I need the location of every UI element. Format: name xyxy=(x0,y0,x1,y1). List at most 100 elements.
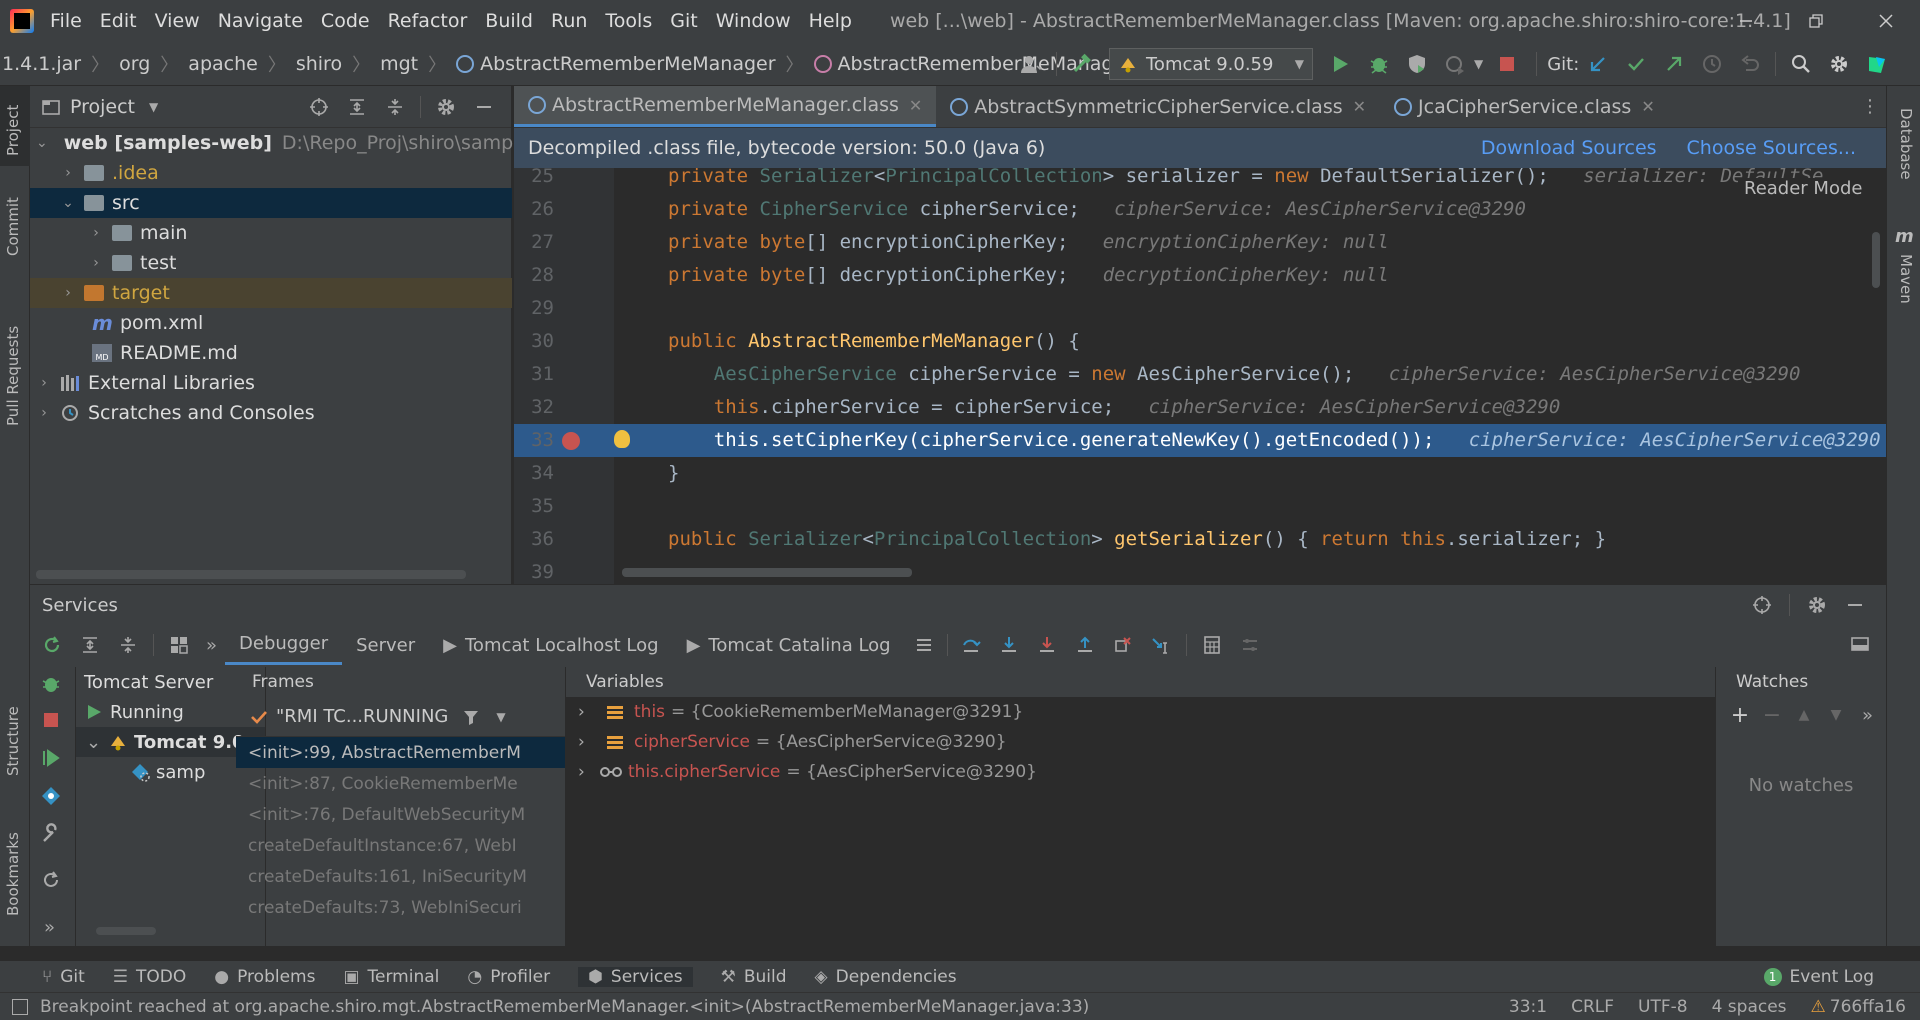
editor-vertical-scrollbar[interactable] xyxy=(1872,232,1880,288)
caret-position[interactable]: 33:1 xyxy=(1509,997,1547,1017)
menu-view[interactable]: View xyxy=(155,10,200,32)
stop-button[interactable] xyxy=(42,711,60,729)
tree-row-scratches[interactable]: › Scratches and Consoles xyxy=(30,398,512,428)
collapse-all-button[interactable] xyxy=(112,629,144,661)
tool-tab-database[interactable]: Database xyxy=(1897,108,1915,180)
frame-row[interactable]: createDefaultInstance:67, WebI xyxy=(236,830,565,861)
step-over-button[interactable] xyxy=(955,629,987,661)
evaluate-expression-button[interactable] xyxy=(1196,629,1228,661)
run-to-cursor-button[interactable] xyxy=(1145,629,1177,661)
tree-row-web-module[interactable]: ⌄ web [samples-web] D:\Repo_Proj\shiro\s… xyxy=(30,128,540,158)
chevron-down-icon[interactable]: ▼ xyxy=(496,710,505,724)
menu-edit[interactable]: Edit xyxy=(100,10,137,32)
breakpoint-icon[interactable] xyxy=(562,432,580,450)
chevron-right-icon[interactable]: › xyxy=(578,732,596,752)
menu-code[interactable]: Code xyxy=(321,10,370,32)
frame-row[interactable]: createDefaults:161, IniSecurityM xyxy=(236,861,565,892)
close-tab-icon[interactable]: ✕ xyxy=(1353,97,1366,116)
code-line[interactable]: 33 this.setCipherKey(cipherService.gener… xyxy=(514,424,1886,457)
tool-tab-project[interactable]: Project xyxy=(4,105,22,156)
tool-tab-maven[interactable]: Maven xyxy=(1897,254,1915,304)
event-log-button[interactable]: 1 Event Log xyxy=(1763,967,1874,987)
code-line[interactable]: 25 private Serializer<PrincipalCollection… xyxy=(514,168,1886,193)
frame-row[interactable]: createDefaults:73, WebIniSecuri xyxy=(236,892,565,923)
remove-watch-icon[interactable]: − xyxy=(1756,703,1788,728)
menu-build[interactable]: Build xyxy=(485,10,533,32)
variable-row[interactable]: › cipherService = {AesCipherService@3290… xyxy=(566,727,1715,757)
chevron-down-icon[interactable]: ⌄ xyxy=(60,195,76,211)
move-up-icon[interactable]: ▲ xyxy=(1788,707,1820,723)
add-watch-icon[interactable]: + xyxy=(1724,703,1756,728)
run-button[interactable] xyxy=(1325,48,1357,80)
menu-tools[interactable]: Tools xyxy=(605,10,652,32)
run-configuration-select[interactable]: Tomcat 9.0.59 ▼ xyxy=(1109,48,1313,80)
chevron-right-icon[interactable]: › xyxy=(36,375,52,391)
layout-button[interactable] xyxy=(1844,629,1876,661)
menu-refactor[interactable]: Refactor xyxy=(388,10,468,32)
tool-tab-git[interactable]: ⑂ Git xyxy=(42,967,85,987)
reader-mode-button[interactable]: Reader Mode xyxy=(1738,178,1869,199)
tool-tab-services[interactable]: ⬢ Services xyxy=(578,966,693,987)
chevron-right-icon[interactable]: › xyxy=(60,285,76,301)
indent-setting[interactable]: 4 spaces xyxy=(1712,997,1787,1017)
coverage-button[interactable] xyxy=(1401,48,1433,80)
code-line[interactable]: 36 public Serializer<PrincipalCollection>… xyxy=(514,523,1886,556)
locate-file-button[interactable] xyxy=(303,91,335,123)
tab-tomcat-localhost-log[interactable]: ▶ Tomcat Localhost Log xyxy=(429,625,672,665)
step-out-button[interactable] xyxy=(1069,629,1101,661)
close-tab-icon[interactable]: ✕ xyxy=(909,96,922,115)
tree-row-readme[interactable]: MD README.md xyxy=(30,338,512,368)
code-line[interactable]: 31 AesCipherService cipherService = new … xyxy=(514,358,1886,391)
tool-tab-profiler[interactable]: ◔ Profiler xyxy=(467,967,550,987)
restore-layout-button[interactable] xyxy=(40,869,62,891)
tool-tab-structure[interactable]: Structure xyxy=(4,706,22,776)
move-down-icon[interactable]: ▼ xyxy=(1820,707,1852,723)
close-tab-icon[interactable]: ✕ xyxy=(1641,97,1654,116)
tree-row-main[interactable]: › main xyxy=(30,218,512,248)
tab-debugger[interactable]: Debugger xyxy=(225,625,343,665)
menu-run[interactable]: Run xyxy=(551,10,587,32)
chevron-right-icon[interactable]: › xyxy=(578,702,596,722)
git-history-button[interactable] xyxy=(1696,48,1728,80)
chevron-right-icon[interactable]: › xyxy=(60,165,76,181)
step-into-button[interactable] xyxy=(993,629,1025,661)
chevron-down-icon[interactable]: ⌄ xyxy=(36,135,48,151)
show-execution-point-button[interactable] xyxy=(908,629,940,661)
breadcrumb-apache[interactable]: apache xyxy=(188,53,258,75)
chevron-right-icon[interactable]: › xyxy=(578,762,596,782)
menu-git[interactable]: Git xyxy=(670,10,697,32)
breadcrumb-jar[interactable]: 1.4.1.jar xyxy=(2,53,81,75)
tab-abstract-remember-me-manager[interactable]: AbstractRememberMeManager.class ✕ xyxy=(514,86,937,127)
trace-button[interactable] xyxy=(1234,629,1266,661)
group-by-button[interactable] xyxy=(163,629,195,661)
tab-abstract-symmetric-cipher-service[interactable]: AbstractSymmetricCipherService.class ✕ xyxy=(936,86,1380,127)
frame-row[interactable]: <init>:87, CookieRememberMe xyxy=(236,768,565,799)
tool-tab-bookmarks[interactable]: Bookmarks xyxy=(4,832,22,916)
drop-frame-button[interactable] xyxy=(1107,629,1139,661)
frame-row[interactable]: <init>:76, DefaultWebSecurityM xyxy=(236,799,565,830)
tab-jca-cipher-service[interactable]: JcaCipherService.class ✕ xyxy=(1380,86,1669,127)
code-line[interactable]: 28 private byte[] decryptionCipherKey; de… xyxy=(514,259,1886,292)
stop-button[interactable] xyxy=(1491,48,1523,80)
git-branch[interactable]: 766ffa16 xyxy=(1830,997,1906,1017)
chevron-right-icon[interactable]: › xyxy=(88,255,104,271)
breadcrumb-mgt[interactable]: mgt xyxy=(380,53,418,75)
tree-row-target[interactable]: › target xyxy=(30,278,512,308)
collapse-all-button[interactable] xyxy=(379,91,411,123)
more-icon[interactable]: » xyxy=(1862,705,1873,726)
search-everywhere-button[interactable] xyxy=(1785,48,1817,80)
tool-tab-build[interactable]: ⚒ Build xyxy=(721,967,787,987)
tool-tab-terminal[interactable]: ▣ Terminal xyxy=(343,967,439,987)
tab-server[interactable]: Server xyxy=(342,625,429,665)
code-line[interactable]: 29 xyxy=(514,292,1886,325)
code-editor[interactable]: 25 private Serializer<PrincipalCollection… xyxy=(514,168,1886,584)
git-commit-button[interactable] xyxy=(1620,48,1652,80)
minimize-button[interactable] xyxy=(1716,0,1776,42)
chevron-down-icon[interactable]: ▼ xyxy=(1474,57,1483,71)
tool-tab-todo[interactable]: ☰ TODO xyxy=(113,967,187,987)
tree-row-idea[interactable]: › .idea xyxy=(30,158,512,188)
force-step-into-button[interactable] xyxy=(1031,629,1063,661)
chevron-right-icon[interactable]: › xyxy=(88,225,104,241)
close-window-button[interactable] xyxy=(1856,0,1916,42)
variable-row[interactable]: › this.cipherService = {AesCipherService… xyxy=(566,757,1715,787)
